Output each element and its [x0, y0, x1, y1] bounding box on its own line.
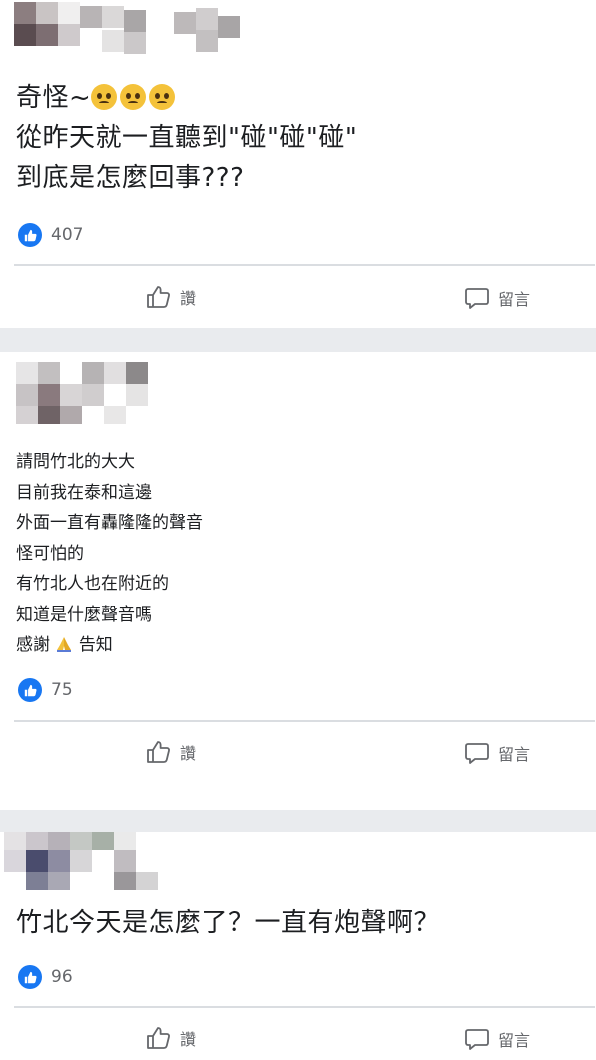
like-button[interactable]: 讚 [146, 1026, 196, 1050]
reaction-count[interactable]: 96 [18, 965, 73, 989]
post-line: 竹北今天是怎麼了？一直有炮聲啊？ [16, 908, 441, 938]
post-line: 到底是怎麼回事??? [16, 163, 245, 193]
comment-label: 留言 [498, 1031, 531, 1050]
like-count: 96 [51, 967, 73, 987]
blurred-avatar [16, 362, 156, 424]
like-badge-icon [18, 965, 42, 989]
like-label: 讚 [180, 1030, 197, 1049]
reaction-count[interactable]: 75 [18, 678, 73, 702]
post-line: 告知 [78, 635, 113, 655]
like-count: 75 [51, 680, 73, 700]
like-badge-icon [18, 678, 42, 702]
thumbs-up-icon [147, 741, 170, 763]
disappointed-face-icon [91, 84, 118, 110]
like-label: 讚 [180, 289, 197, 308]
post-separator [0, 328, 596, 352]
divider [14, 264, 595, 266]
folded-hands-icon [57, 637, 72, 652]
post-line: 請問竹北的大大 [16, 452, 135, 472]
like-label: 讚 [180, 744, 197, 763]
post-line: 目前我在泰和這邊 [16, 482, 152, 503]
comment-label: 留言 [498, 745, 531, 764]
post-separator [0, 810, 596, 832]
comment-label: 留言 [498, 290, 531, 309]
comment-button[interactable]: 留言 [464, 286, 530, 310]
post-line: 知道是什麼聲音嗎 [16, 604, 152, 625]
post-body: 竹北今天是怎麼了？一直有炮聲啊？ [16, 903, 440, 943]
blurred-avatar [14, 2, 254, 54]
like-badge-icon [18, 223, 42, 247]
thumbs-up-icon [147, 286, 170, 308]
post-line: 感謝 [16, 635, 50, 655]
divider [14, 720, 595, 722]
post-body: 奇怪~ 從昨天就一直聽到"碰"碰"碰" 到底是怎麼回事??? [16, 78, 357, 198]
comment-icon [465, 1029, 489, 1050]
like-count: 407 [51, 225, 84, 245]
post-2: 請問竹北的大大 目前我在泰和這邊 外面一直有轟隆隆的聲音 怪可怕的 有竹北人也在… [0, 352, 596, 810]
post-line: 奇怪~ [16, 83, 92, 113]
disappointed-face-icon [149, 84, 176, 110]
blurred-avatar [4, 832, 164, 890]
comment-button[interactable]: 留言 [464, 1027, 530, 1051]
disappointed-face-icon [120, 84, 147, 110]
like-button[interactable]: 讚 [146, 285, 196, 309]
post-line: 外面一直有轟隆隆的聲音 [16, 513, 203, 533]
post-line: 從昨天就一直聽到"碰"碰"碰" [16, 123, 358, 153]
comment-icon [465, 743, 489, 764]
comment-icon [465, 288, 489, 309]
post-3: 竹北今天是怎麼了？一直有炮聲啊？ 96 讚 留言 [0, 832, 596, 1060]
like-button[interactable]: 讚 [146, 740, 196, 764]
post-body: 請問竹北的大大 目前我在泰和這邊 外面一直有轟隆隆的聲音 怪可怕的 有竹北人也在… [16, 447, 203, 661]
post-line: 怪可怕的 [16, 543, 84, 564]
post-1: 奇怪~ 從昨天就一直聽到"碰"碰"碰" 到底是怎麼回事??? 407 讚 留言 [0, 0, 596, 328]
comment-button[interactable]: 留言 [464, 741, 530, 765]
reaction-count[interactable]: 407 [18, 223, 83, 247]
post-line: 有竹北人也在附近的 [16, 574, 169, 594]
divider [14, 1006, 595, 1008]
thumbs-up-icon [147, 1027, 170, 1049]
